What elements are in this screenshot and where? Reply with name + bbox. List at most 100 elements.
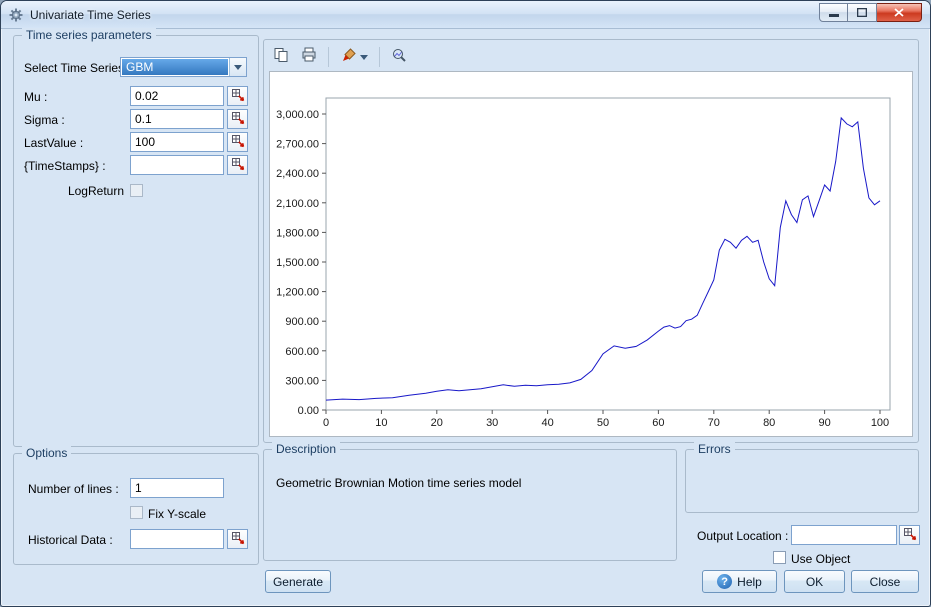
zoom-button[interactable] [388,46,410,68]
fix-yscale-checkbox[interactable] [130,506,143,519]
svg-text:90: 90 [818,417,830,429]
app-icon [8,7,24,23]
maximize-icon [856,4,868,22]
historical-data-range-picker-button[interactable] [227,529,248,549]
description-group: Description Geometric Brownian Motion ti… [263,442,677,561]
range-picker-icon [231,88,245,105]
use-object-checkbox[interactable] [773,551,786,564]
svg-text:0.00: 0.00 [298,405,319,417]
chevron-down-icon [234,64,242,70]
use-object-label: Use Object [791,552,851,566]
lastvalue-input[interactable] [130,132,224,152]
svg-text:70: 70 [708,417,720,429]
help-button-label: Help [737,574,762,589]
maximize-button[interactable] [848,3,877,22]
historical-data-input[interactable] [130,529,224,549]
options-group: Options Number of lines : Fix Y-scale Hi… [13,446,259,565]
range-picker-icon [903,527,917,544]
ok-button[interactable]: OK [784,570,845,593]
lastvalue-range-picker-button[interactable] [227,132,248,152]
svg-text:60: 60 [652,417,664,429]
window-controls [819,3,922,22]
svg-text:10: 10 [375,417,387,429]
svg-text:80: 80 [763,417,775,429]
svg-text:100: 100 [871,417,889,429]
toolbar-separator [379,47,380,67]
svg-text:30: 30 [486,417,498,429]
options-group-label: Options [22,446,72,460]
output-location-input[interactable] [791,525,897,545]
svg-text:1,500.00: 1,500.00 [276,257,319,269]
select-time-series-label: Select Time Series: [24,61,128,75]
zoom-icon [391,47,407,68]
range-picker-icon [231,157,245,174]
brush-icon [341,47,357,68]
time-series-combobox[interactable]: GBM [120,57,247,77]
close-dialog-button[interactable]: Close [851,570,919,593]
generate-button[interactable]: Generate [265,570,331,593]
brush-dropdown-arrow-icon[interactable] [359,54,368,60]
svg-text:20: 20 [431,417,443,429]
svg-text:3,000.00: 3,000.00 [276,109,319,121]
number-of-lines-label: Number of lines : [28,482,119,496]
fix-yscale-label: Fix Y-scale [148,507,207,521]
mu-input[interactable] [130,86,224,106]
mu-label: Mu : [24,90,48,104]
combobox-dropdown-button[interactable] [229,58,246,76]
minimize-button[interactable] [819,3,848,22]
minimize-icon [828,4,839,22]
chart-toolbar [270,45,410,69]
svg-text:900.00: 900.00 [285,316,319,328]
description-group-label: Description [272,442,341,456]
svg-text:1,800.00: 1,800.00 [276,227,319,239]
errors-group: Errors [685,442,919,513]
help-button[interactable]: ? Help [702,570,777,593]
svg-text:300.00: 300.00 [285,375,319,387]
svg-text:0: 0 [323,417,329,429]
historical-data-label: Historical Data : [28,533,113,547]
timestamps-input[interactable] [130,155,224,175]
range-picker-icon [231,531,245,548]
output-location-range-picker-button[interactable] [899,525,920,545]
svg-text:40: 40 [541,417,553,429]
copy-button[interactable] [270,46,292,68]
svg-text:50: 50 [597,417,609,429]
svg-text:600.00: 600.00 [285,346,319,358]
range-picker-icon [231,134,245,151]
timestamps-range-picker-button[interactable] [227,155,248,175]
window-title: Univariate Time Series [30,7,151,22]
titlebar[interactable]: Univariate Time Series [1,1,930,29]
svg-text:2,400.00: 2,400.00 [276,168,319,180]
number-of-lines-input[interactable] [130,478,224,498]
time-series-parameters-group: Time series parameters Select Time Serie… [13,28,259,447]
chart-canvas[interactable]: 0.00 300.00 600.00 900.00 1,200.00 1,500.00 1,… [269,71,913,437]
svg-text:1,200.00: 1,200.00 [276,287,319,299]
time-series-parameters-group-label: Time series parameters [22,28,156,42]
sigma-label: Sigma : [24,113,65,127]
chart-panel: 0.00 300.00 600.00 900.00 1,200.00 1,500.00 1,… [263,39,919,443]
timestamps-label: {TimeStamps} : [24,159,106,173]
gbm-line-chart: 0.00 300.00 600.00 900.00 1,200.00 1,500.00 1,… [276,97,891,429]
svg-text:2,100.00: 2,100.00 [276,198,319,210]
svg-text:2,700.00: 2,700.00 [276,139,319,151]
combobox-selected-value: GBM [122,59,228,75]
mu-range-picker-button[interactable] [227,86,248,106]
close-icon [894,4,904,22]
help-icon: ? [717,574,733,589]
range-picker-icon [231,111,245,128]
logreturn-checkbox[interactable] [130,184,143,197]
sigma-range-picker-button[interactable] [227,109,248,129]
brush-style-button[interactable] [337,46,371,68]
copy-icon [273,47,289,68]
sigma-input[interactable] [130,109,224,129]
univariate-time-series-window: Univariate Time Series Time series param… [0,0,931,607]
lastvalue-label: LastValue : [24,136,84,150]
description-text: Geometric Brownian Motion time series mo… [276,476,522,490]
toolbar-separator [328,47,329,67]
print-icon [301,47,317,68]
output-location-label: Output Location : [697,529,789,543]
errors-group-label: Errors [694,442,735,456]
print-button[interactable] [298,46,320,68]
close-button[interactable] [877,3,922,22]
logreturn-label: LogReturn [67,184,124,198]
